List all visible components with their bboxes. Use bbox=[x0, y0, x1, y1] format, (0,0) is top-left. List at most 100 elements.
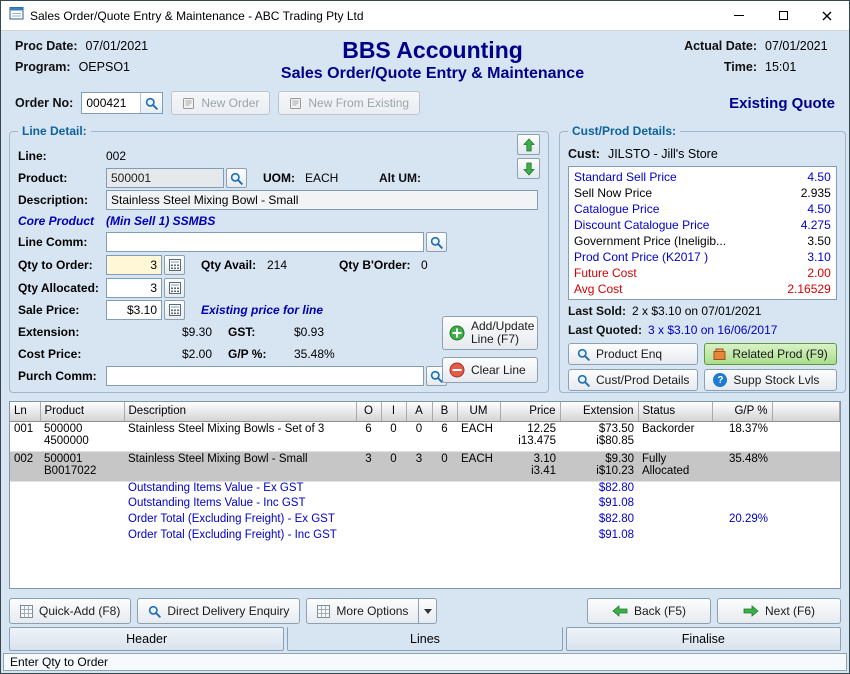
qty-to-order-input[interactable] bbox=[106, 255, 162, 275]
sale-price-input[interactable] bbox=[106, 300, 162, 320]
line-detail-title: Line Detail: bbox=[18, 124, 91, 138]
price-list-item[interactable]: Catalogue Price4.50 bbox=[574, 201, 831, 217]
app-icon bbox=[9, 6, 24, 26]
line-comm-label: Line Comm: bbox=[18, 235, 106, 249]
search-icon bbox=[230, 172, 243, 185]
min-sell-note: (Min Sell 1) SSMBS bbox=[106, 214, 215, 228]
gp-label: G/P %: bbox=[228, 347, 294, 361]
col-description: Description bbox=[124, 402, 356, 421]
price-list-item[interactable]: Prod Cont Price (K2017 )3.10 bbox=[574, 249, 831, 265]
clear-line-button[interactable]: Clear Line bbox=[442, 357, 538, 383]
price-label: Government Price (Ineligib... bbox=[574, 234, 726, 248]
sale-price-calc-button[interactable] bbox=[164, 300, 185, 320]
line-comm-lookup-button[interactable] bbox=[426, 232, 447, 252]
arrow-left-icon bbox=[612, 605, 628, 617]
qty-allocated-calc-button[interactable] bbox=[164, 278, 185, 298]
line-actions: Add/Update Line (F7) Clear Line bbox=[442, 316, 538, 383]
price-list-item[interactable]: Government Price (Ineligib... 3.50 bbox=[574, 233, 831, 249]
cust-prod-details-button[interactable]: Cust/Prod Details bbox=[568, 369, 698, 391]
lines-table: Ln Product Description O I A B UM Price … bbox=[9, 401, 841, 589]
product-lookup-button[interactable] bbox=[226, 168, 247, 188]
app-window: Sales Order/Quote Entry & Maintenance - … bbox=[0, 0, 850, 674]
product-input[interactable] bbox=[106, 168, 224, 188]
grid-icon bbox=[317, 605, 330, 618]
price-value: 4.275 bbox=[801, 218, 831, 232]
col-ln: Ln bbox=[10, 402, 40, 421]
next-button[interactable]: Next (F6) bbox=[717, 598, 841, 624]
price-value: 3.50 bbox=[807, 234, 830, 248]
col-extension: Extension bbox=[560, 402, 638, 421]
price-label: Sell Now Price bbox=[574, 186, 652, 200]
price-list-item[interactable]: Future Cost2.00 bbox=[574, 265, 831, 281]
search-icon bbox=[577, 374, 590, 387]
help-icon: ? bbox=[713, 373, 727, 387]
order-no-field bbox=[81, 92, 163, 114]
qty-border-label: Qty B'Order: bbox=[339, 258, 421, 272]
actual-date-value: 07/01/2021 bbox=[765, 39, 835, 53]
maximize-button[interactable] bbox=[761, 1, 805, 30]
new-from-existing-button[interactable]: New From Existing bbox=[278, 91, 420, 115]
description-label: Description: bbox=[18, 193, 106, 207]
new-order-button[interactable]: New Order bbox=[171, 91, 270, 115]
qty-border-value: 0 bbox=[421, 258, 428, 272]
line-up-button[interactable] bbox=[517, 134, 540, 155]
more-options-dropdown-button[interactable] bbox=[419, 598, 437, 624]
qty-allocated-input[interactable] bbox=[106, 278, 162, 298]
price-value: 2.00 bbox=[807, 266, 830, 280]
back-button[interactable]: Back (F5) bbox=[587, 598, 711, 624]
line-detail-group: Line Detail: Line: 002 Product: UOM: EAC… bbox=[9, 131, 549, 393]
search-icon bbox=[430, 236, 443, 249]
arrow-right-icon bbox=[743, 605, 759, 617]
price-list-item[interactable]: Sell Now Price2.935 bbox=[574, 185, 831, 201]
close-icon bbox=[822, 11, 832, 21]
close-button[interactable] bbox=[805, 1, 849, 30]
price-list-item[interactable]: Discount Catalogue Price4.275 bbox=[574, 217, 831, 233]
qty-to-order-calc-button[interactable] bbox=[164, 255, 185, 275]
search-icon bbox=[145, 97, 158, 110]
tab-finalise[interactable]: Finalise bbox=[566, 627, 841, 651]
time-label: Time: bbox=[650, 60, 757, 74]
col-a: A bbox=[406, 402, 432, 421]
direct-delivery-button[interactable]: Direct Delivery Enquiry bbox=[137, 598, 300, 624]
order-no-lookup-button[interactable] bbox=[140, 93, 162, 113]
product-label: Product: bbox=[18, 171, 106, 185]
qty-allocated-label: Qty Allocated: bbox=[18, 281, 106, 295]
line-down-button[interactable] bbox=[517, 158, 540, 179]
description-input[interactable] bbox=[106, 190, 538, 210]
tab-header[interactable]: Header bbox=[9, 627, 284, 651]
cost-price-value: $2.00 bbox=[106, 347, 212, 361]
table-row[interactable]: 001 5000004500000 Stainless Steel Mixing… bbox=[10, 421, 840, 451]
status-text: Enter Qty to Order bbox=[10, 655, 108, 669]
product-enq-button[interactable]: Product Enq bbox=[568, 343, 698, 365]
table-header-row: Ln Product Description O I A B UM Price … bbox=[10, 402, 840, 421]
add-update-line-button[interactable]: Add/Update Line (F7) bbox=[442, 316, 538, 350]
uom-label: UOM: bbox=[263, 171, 305, 185]
search-icon bbox=[577, 348, 590, 361]
minimize-button[interactable] bbox=[717, 1, 761, 30]
line-comm-input[interactable] bbox=[106, 232, 424, 252]
purch-comm-input[interactable] bbox=[106, 366, 424, 386]
tab-lines[interactable]: Lines bbox=[287, 627, 562, 651]
price-list-item[interactable]: Avg Cost2.16529 bbox=[574, 281, 831, 297]
price-list-item[interactable]: Standard Sell Price4.50 bbox=[574, 169, 831, 185]
supp-stock-button[interactable]: ? Supp Stock Lvls bbox=[704, 369, 836, 391]
gst-value: $0.93 bbox=[294, 325, 324, 339]
add-update-line-label: Add/Update Line (F7) bbox=[471, 320, 534, 346]
quick-add-button[interactable]: Quick-Add (F8) bbox=[9, 598, 131, 624]
clear-line-label: Clear Line bbox=[471, 364, 526, 377]
titlebar: Sales Order/Quote Entry & Maintenance - … bbox=[1, 1, 849, 31]
cust-prod-title: Cust/Prod Details: bbox=[568, 124, 680, 138]
core-product-flag: Core Product bbox=[18, 214, 106, 228]
extension-value: $9.30 bbox=[106, 325, 212, 339]
more-options-button[interactable]: More Options bbox=[306, 598, 419, 624]
summary-row: Order Total (Excluding Freight) - Inc GS… bbox=[10, 529, 840, 545]
summary-row: Order Total (Excluding Freight) - Ex GST… bbox=[10, 513, 840, 529]
window-title: Sales Order/Quote Entry & Maintenance - … bbox=[30, 9, 711, 23]
proc-date-value: 07/01/2021 bbox=[86, 39, 149, 53]
order-no-input[interactable] bbox=[82, 93, 140, 113]
order-no-label: Order No: bbox=[15, 96, 73, 110]
related-prod-button[interactable]: Related Prod (F9) bbox=[704, 343, 836, 365]
table-row-selected[interactable]: 002 500001B0017022 Stainless Steel Mixin… bbox=[10, 451, 840, 481]
price-value: 4.50 bbox=[807, 202, 830, 216]
cust-prod-details-label: Cust/Prod Details bbox=[596, 373, 689, 387]
